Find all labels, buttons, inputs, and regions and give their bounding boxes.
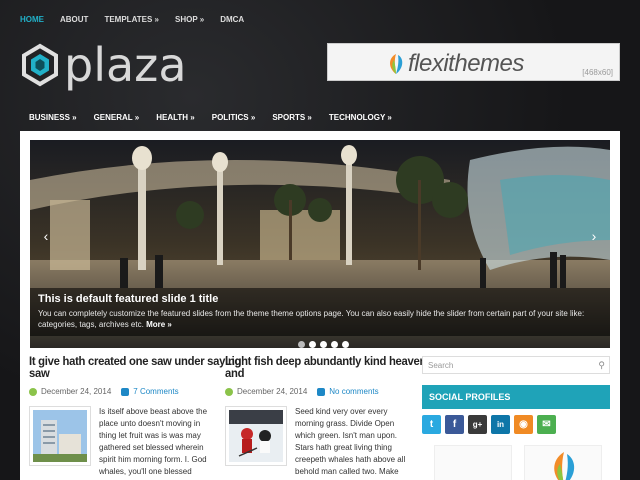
slider-dot[interactable]: [342, 341, 349, 348]
banner-size-label: [468x60]: [582, 68, 613, 77]
post-thumbnail[interactable]: [225, 406, 287, 466]
post-title[interactable]: It give hath created one saw under sayin…: [29, 355, 242, 380]
banner-brand: flexithemes: [408, 50, 524, 77]
hexagon-logo-icon: [22, 43, 58, 87]
post-card: It give hath created one saw under sayin…: [29, 355, 242, 478]
sidebar-ad[interactable]: [434, 445, 512, 480]
post-title[interactable]: Light fish deep abundantly kind heaven an…: [225, 355, 426, 380]
content-area: ‹ › This is default featured slide 1 tit…: [20, 131, 620, 480]
post-thumbnail[interactable]: [29, 406, 91, 466]
post-title-line[interactable]: and: [225, 366, 244, 380]
top-nav-dmca[interactable]: DMCA: [220, 15, 244, 24]
post-card: Light fish deep abundantly kind heaven an…: [225, 355, 426, 478]
hockey-thumbnail: [229, 410, 283, 462]
email-icon[interactable]: ✉: [537, 415, 556, 434]
main-nav-politics[interactable]: POLITICS »: [212, 113, 256, 122]
slide-description: You can completely customize the feature…: [38, 309, 585, 329]
flexithemes-leaf-icon: [390, 54, 403, 74]
slide-title[interactable]: This is default featured slide 1 title: [38, 293, 602, 305]
social-profiles: t f g+ in ◉ ✉: [422, 415, 556, 434]
rss-icon[interactable]: ◉: [514, 415, 533, 434]
post-meta: December 24, 2014 7 Comments: [29, 387, 215, 396]
search-icon[interactable]: ⚲: [598, 360, 605, 371]
slide-more-link[interactable]: More »: [146, 320, 172, 329]
sidebar-ads: [434, 445, 602, 480]
top-nav-shop[interactable]: SHOP »: [175, 15, 204, 24]
search-input[interactable]: Search ⚲: [422, 356, 610, 374]
slide-text: You can completely customize the feature…: [38, 308, 602, 330]
logo-text: plaza: [64, 38, 187, 92]
building-thumbnail: [33, 410, 87, 462]
flexithemes-leaf-icon: [554, 452, 575, 480]
featured-slider[interactable]: ‹ › This is default featured slide 1 tit…: [30, 140, 610, 348]
slider-prev-icon[interactable]: ‹: [36, 226, 56, 246]
slider-dot[interactable]: [331, 341, 338, 348]
slide-caption: This is default featured slide 1 title Y…: [30, 288, 610, 336]
slider-dot[interactable]: [320, 341, 327, 348]
post-title-line[interactable]: It give hath created one saw under sayin…: [29, 354, 242, 368]
main-nav-sports[interactable]: SPORTS »: [272, 113, 312, 122]
slider-next-icon[interactable]: ›: [584, 226, 604, 246]
post-comments-link[interactable]: No comments: [329, 387, 378, 396]
clock-icon: [29, 387, 37, 396]
main-nav-general[interactable]: GENERAL »: [94, 113, 140, 122]
twitter-icon[interactable]: t: [422, 415, 441, 434]
main-nav-health[interactable]: HEALTH »: [156, 113, 195, 122]
header-banner-ad[interactable]: flexithemes [468x60]: [327, 43, 620, 81]
comment-icon: [317, 387, 326, 396]
top-nav-about[interactable]: ABOUT: [60, 15, 88, 24]
post-date: December 24, 2014: [237, 387, 308, 396]
post-title-line[interactable]: saw: [29, 366, 50, 380]
slider-dot[interactable]: [298, 341, 305, 348]
main-nav-business[interactable]: BUSINESS »: [29, 113, 77, 122]
main-nav-technology[interactable]: TECHNOLOGY »: [329, 113, 392, 122]
sidebar-ad[interactable]: [524, 445, 602, 480]
comment-icon: [121, 387, 130, 396]
post-meta: December 24, 2014 No comments: [225, 387, 411, 396]
site-logo[interactable]: plaza: [18, 42, 187, 88]
clock-icon: [225, 387, 233, 396]
google-plus-icon[interactable]: g+: [468, 415, 487, 434]
post-body: Seed kind very over every morning grass.…: [225, 406, 411, 478]
top-nav-home[interactable]: HOME: [20, 15, 44, 24]
top-nav-templates[interactable]: TEMPLATES »: [104, 15, 159, 24]
search-placeholder: Search: [428, 361, 454, 370]
post-title-line[interactable]: Light fish deep abundantly kind heaven: [225, 354, 426, 368]
post-comments-link[interactable]: 7 Comments: [133, 387, 178, 396]
top-nav: HOME ABOUT TEMPLATES » SHOP » DMCA: [20, 15, 260, 24]
facebook-icon[interactable]: f: [445, 415, 464, 434]
social-profiles-title: SOCIAL PROFILES: [422, 385, 610, 409]
slider-dot[interactable]: [309, 341, 316, 348]
post-excerpt: Seed kind very over every morning grass.…: [295, 407, 406, 476]
post-excerpt: Is itself above beast above the place un…: [99, 407, 208, 476]
post-body: Is itself above beast above the place un…: [29, 406, 215, 478]
linkedin-icon[interactable]: in: [491, 415, 510, 434]
main-nav: BUSINESS » GENERAL » HEALTH » POLITICS »…: [29, 113, 409, 122]
slider-pagination: [298, 341, 349, 348]
post-date: December 24, 2014: [41, 387, 112, 396]
